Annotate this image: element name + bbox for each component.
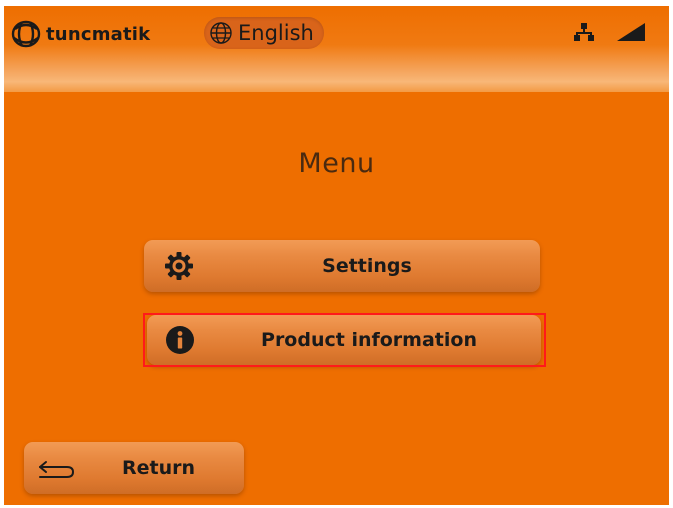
- settings-button[interactable]: Settings: [144, 240, 540, 292]
- language-selector[interactable]: English: [204, 17, 324, 49]
- language-label: English: [238, 21, 314, 45]
- signal-strength-icon: [617, 23, 645, 41]
- network-icon: [574, 23, 594, 41]
- brand-name: tuncmatik: [46, 23, 151, 45]
- page-title: Menu: [298, 148, 375, 179]
- product-information-button[interactable]: Product information: [147, 315, 541, 365]
- globe-icon: [210, 22, 232, 44]
- return-label: Return: [122, 457, 196, 479]
- device-screen: tuncmatik English Menu Settings Product …: [4, 6, 669, 505]
- return-button[interactable]: Return: [24, 442, 244, 494]
- product-information-label: Product information: [261, 329, 477, 351]
- header-bar: tuncmatik English: [4, 6, 669, 92]
- settings-label: Settings: [322, 255, 412, 277]
- return-arrow-icon: [39, 461, 75, 478]
- brand-logo: tuncmatik: [10, 19, 150, 49]
- globe-logo-icon: [11, 20, 41, 48]
